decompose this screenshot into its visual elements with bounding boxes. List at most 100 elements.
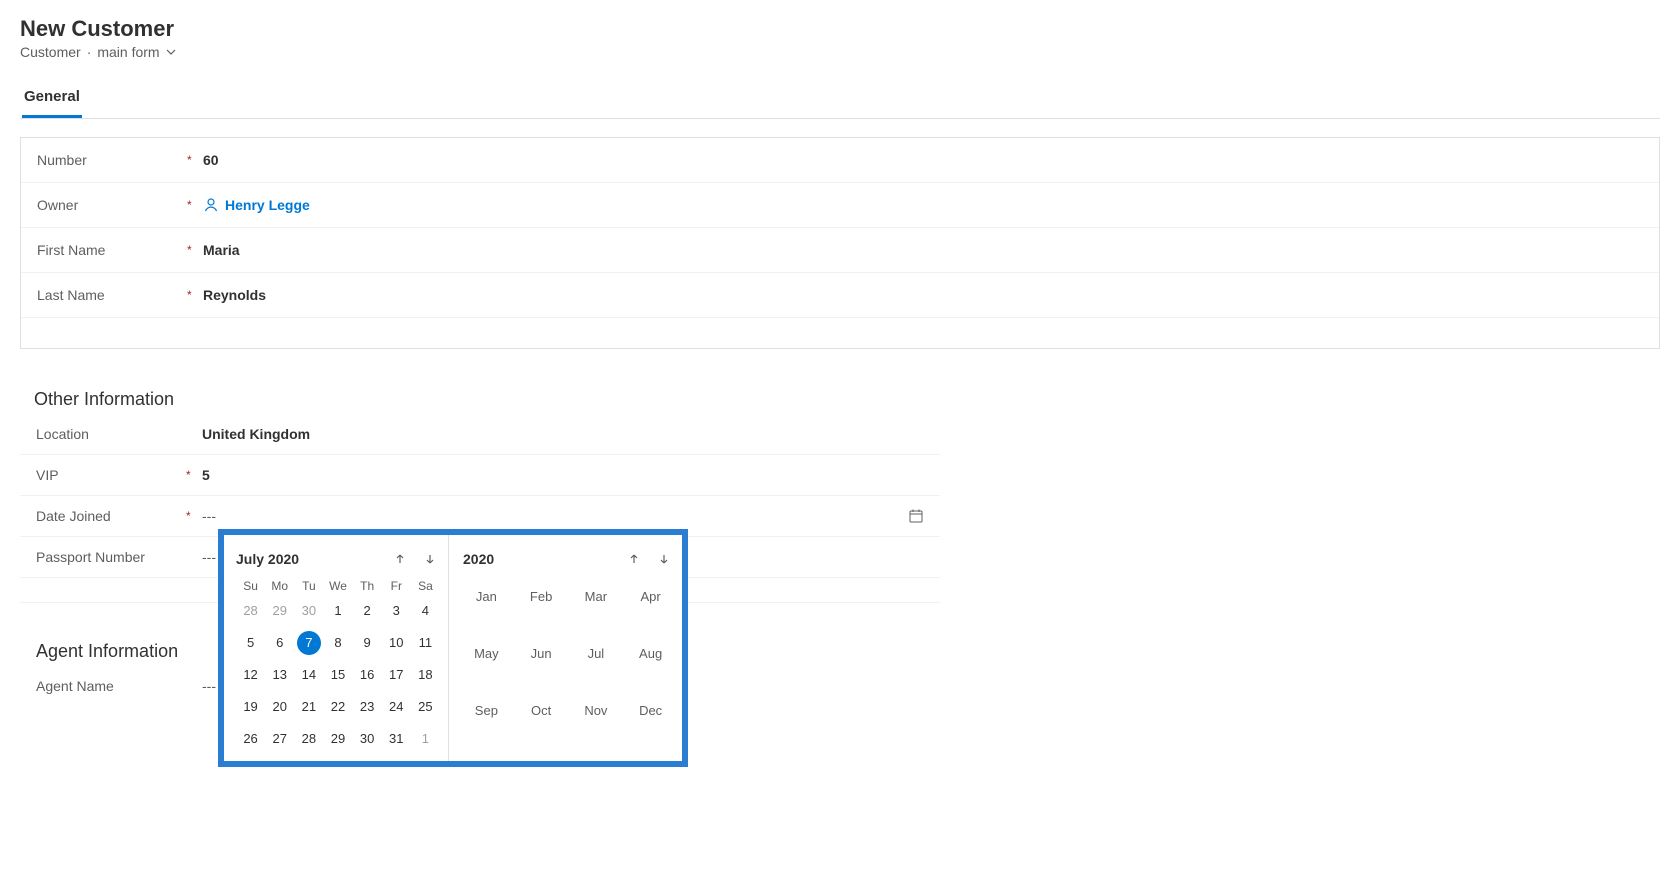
value-last-name[interactable]: Reynolds — [203, 287, 1643, 303]
day-cell[interactable]: 31 — [382, 727, 411, 751]
required-marker: * — [186, 468, 202, 482]
day-cell[interactable]: 1 — [411, 727, 440, 751]
value-date-joined[interactable]: --- — [202, 508, 908, 524]
next-year-button[interactable] — [654, 549, 674, 569]
month-cell[interactable]: Sep — [463, 697, 510, 724]
label-agent-name: Agent Name — [36, 678, 186, 694]
field-last-name[interactable]: Last Name * Reynolds — [21, 273, 1659, 318]
calendar-day-panel: July 2020 SuMoTuWeThFrSa 282930123456789… — [224, 535, 449, 761]
month-cell[interactable]: Aug — [627, 640, 674, 667]
day-cell[interactable]: 3 — [382, 599, 411, 623]
month-cell[interactable]: Jun — [518, 640, 565, 667]
day-cell[interactable]: 21 — [294, 695, 323, 719]
day-cell[interactable]: 23 — [353, 695, 382, 719]
day-cell[interactable]: 10 — [382, 631, 411, 655]
day-cell[interactable]: 29 — [323, 727, 352, 751]
day-cell[interactable]: 19 — [236, 695, 265, 719]
tab-general[interactable]: General — [22, 80, 82, 118]
tab-bar: General — [20, 80, 1660, 119]
calendar-icon[interactable] — [908, 508, 924, 524]
month-cell[interactable]: Mar — [573, 583, 620, 610]
value-number[interactable]: 60 — [203, 152, 1643, 168]
label-first-name: First Name — [37, 242, 187, 258]
day-of-week-header: SuMoTuWeThFrSa — [236, 579, 440, 593]
calendar-month-title[interactable]: July 2020 — [236, 551, 390, 567]
day-cell[interactable]: 30 — [294, 599, 323, 623]
required-marker: * — [187, 153, 203, 167]
day-cell[interactable]: 1 — [323, 599, 352, 623]
field-first-name[interactable]: First Name * Maria — [21, 228, 1659, 273]
day-cell[interactable]: 13 — [265, 663, 294, 687]
month-cell[interactable]: Jan — [463, 583, 510, 610]
day-cell[interactable]: 28 — [294, 727, 323, 751]
day-cell[interactable]: 20 — [265, 695, 294, 719]
day-cell[interactable]: 18 — [411, 663, 440, 687]
month-cell[interactable]: May — [463, 640, 510, 667]
day-cell[interactable]: 26 — [236, 727, 265, 751]
field-location[interactable]: Location United Kingdom — [20, 414, 940, 455]
section-title-other: Other Information — [20, 377, 1660, 414]
separator: · — [87, 44, 92, 60]
day-cell[interactable]: 28 — [236, 599, 265, 623]
day-cell[interactable]: 2 — [353, 599, 382, 623]
entity-name: Customer — [20, 44, 81, 60]
date-picker-popup: July 2020 SuMoTuWeThFrSa 282930123456789… — [218, 529, 688, 767]
prev-year-button[interactable] — [624, 549, 644, 569]
value-first-name[interactable]: Maria — [203, 242, 1643, 258]
month-cell[interactable]: Dec — [627, 697, 674, 724]
owner-link-text[interactable]: Henry Legge — [225, 197, 310, 213]
day-cell[interactable]: 11 — [411, 631, 440, 655]
section-other-info: Other Information Location United Kingdo… — [20, 377, 1660, 603]
dow-cell: Mo — [265, 579, 294, 593]
prev-month-button[interactable] — [390, 549, 410, 569]
label-owner: Owner — [37, 197, 187, 213]
dow-cell: Th — [353, 579, 382, 593]
day-cell[interactable]: 5 — [236, 631, 265, 655]
chevron-down-icon[interactable] — [166, 47, 176, 57]
field-vip[interactable]: VIP * 5 — [20, 455, 940, 496]
page-title: New Customer — [20, 16, 1660, 42]
day-cell[interactable]: 15 — [323, 663, 352, 687]
day-cell[interactable]: 16 — [353, 663, 382, 687]
day-cell[interactable]: 8 — [323, 631, 352, 655]
day-cell[interactable]: 14 — [294, 663, 323, 687]
section-general: Number * 60 Owner * Henry Legge First Na… — [20, 137, 1660, 349]
month-cell[interactable]: Oct — [518, 697, 565, 724]
label-vip: VIP — [36, 467, 186, 483]
month-cell[interactable]: Nov — [573, 697, 620, 724]
day-cell[interactable]: 7 — [297, 631, 321, 655]
value-owner[interactable]: Henry Legge — [203, 197, 1643, 213]
day-cell[interactable]: 4 — [411, 599, 440, 623]
dow-cell: Fr — [382, 579, 411, 593]
field-number[interactable]: Number * 60 — [21, 138, 1659, 183]
day-cell[interactable]: 25 — [411, 695, 440, 719]
label-date-joined: Date Joined — [36, 508, 186, 524]
month-cell[interactable]: Jul — [573, 640, 620, 667]
dow-cell: Su — [236, 579, 265, 593]
day-cell[interactable]: 6 — [265, 631, 294, 655]
next-month-button[interactable] — [420, 549, 440, 569]
required-marker: * — [187, 198, 203, 212]
day-cell[interactable]: 27 — [265, 727, 294, 751]
label-last-name: Last Name — [37, 287, 187, 303]
day-cell[interactable]: 30 — [353, 727, 382, 751]
label-number: Number — [37, 152, 187, 168]
dow-cell: Tu — [294, 579, 323, 593]
calendar-month-panel: 2020 Jan Feb Mar Apr May Jun Jul Aug Sep Oct Nov De… — [449, 535, 682, 761]
value-vip[interactable]: 5 — [202, 467, 924, 483]
days-grid: 2829301234567891011121314151617181920212… — [236, 599, 440, 751]
form-selector[interactable]: main form — [97, 44, 159, 60]
day-cell[interactable]: 29 — [265, 599, 294, 623]
month-cell[interactable]: Apr — [627, 583, 674, 610]
person-icon — [203, 197, 219, 213]
calendar-year-title[interactable]: 2020 — [463, 551, 624, 567]
month-cell[interactable]: Feb — [518, 583, 565, 610]
value-location[interactable]: United Kingdom — [202, 426, 924, 442]
day-cell[interactable]: 22 — [323, 695, 352, 719]
field-owner[interactable]: Owner * Henry Legge — [21, 183, 1659, 228]
day-cell[interactable]: 9 — [353, 631, 382, 655]
day-cell[interactable]: 24 — [382, 695, 411, 719]
day-cell[interactable]: 12 — [236, 663, 265, 687]
day-cell[interactable]: 17 — [382, 663, 411, 687]
months-grid: Jan Feb Mar Apr May Jun Jul Aug Sep Oct Nov Dec — [463, 583, 674, 724]
